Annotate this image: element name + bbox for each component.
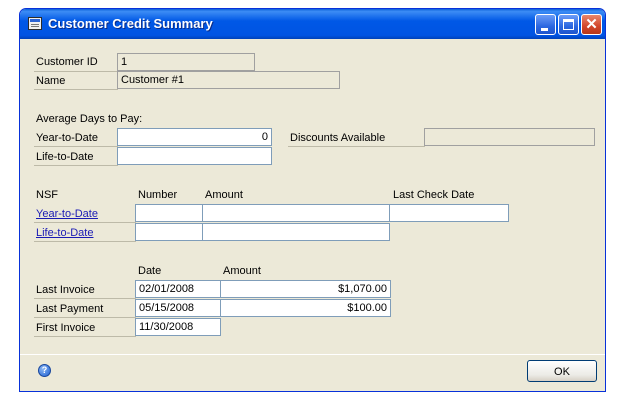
avg-days-ltd-field[interactable] xyxy=(117,147,272,165)
row-separator xyxy=(34,317,136,318)
first-invoice-date-field[interactable]: 11/30/2008 xyxy=(135,318,221,336)
row-separator xyxy=(34,165,118,166)
row-separator xyxy=(34,298,136,299)
last-invoice-date-field[interactable]: 02/01/2008 xyxy=(135,280,221,298)
avg-ytd-label: Year-to-Date xyxy=(36,132,98,144)
row-separator xyxy=(34,89,118,90)
avg-days-ytd-field[interactable]: 0 xyxy=(117,128,272,146)
row-separator xyxy=(34,336,136,337)
last-payment-amount-field[interactable]: $100.00 xyxy=(220,299,391,317)
footer-separator xyxy=(20,354,605,355)
row-separator xyxy=(34,241,136,242)
name-label: Name xyxy=(36,75,66,87)
customer-credit-summary-window: Customer Credit Summary ✕ Customer ID 1 … xyxy=(19,8,606,392)
customer-id-field[interactable]: 1 xyxy=(117,53,255,71)
nsf-number-header: Number xyxy=(138,189,178,201)
row-separator xyxy=(34,222,136,223)
name-field[interactable]: Customer #1 xyxy=(117,71,340,89)
last-invoice-amount-field[interactable]: $1,070.00 xyxy=(220,280,391,298)
last-invoice-label: Last Invoice xyxy=(36,284,95,296)
nsf-ltd-number-field[interactable] xyxy=(135,223,203,241)
minimize-icon xyxy=(541,28,548,31)
nsf-ltd-link[interactable]: Life-to-Date xyxy=(36,227,93,239)
activity-amount-header: Amount xyxy=(223,265,261,277)
activity-date-header: Date xyxy=(138,265,162,277)
nsf-ytd-last-check-date-field[interactable] xyxy=(389,204,509,222)
close-button[interactable]: ✕ xyxy=(581,14,602,35)
nsf-last-check-date-header: Last Check Date xyxy=(393,189,475,201)
nsf-ltd-amount-field[interactable] xyxy=(202,223,390,241)
row-separator xyxy=(34,146,118,147)
title-bar[interactable]: Customer Credit Summary ✕ xyxy=(20,9,605,39)
average-days-to-pay-label: Average Days to Pay: xyxy=(36,113,143,125)
customer-id-label: Customer ID xyxy=(36,56,98,68)
minimize-button[interactable] xyxy=(535,14,556,35)
nsf-amount-header: Amount xyxy=(205,189,243,201)
window-app-icon xyxy=(28,17,42,30)
discounts-available-label: Discounts Available xyxy=(290,132,386,144)
avg-ltd-label: Life-to-Date xyxy=(36,151,94,163)
nsf-ytd-link[interactable]: Year-to-Date xyxy=(36,208,98,220)
nsf-ytd-amount-field[interactable] xyxy=(202,204,390,222)
maximize-icon xyxy=(563,19,574,30)
last-payment-label: Last Payment xyxy=(36,303,104,315)
window-title: Customer Credit Summary xyxy=(48,16,213,31)
discounts-available-field[interactable] xyxy=(424,128,595,146)
first-invoice-label: First Invoice xyxy=(36,322,96,334)
close-icon: ✕ xyxy=(585,16,598,33)
last-payment-date-field[interactable]: 05/15/2008 xyxy=(135,299,221,317)
nsf-ytd-number-field[interactable] xyxy=(135,204,203,222)
help-icon[interactable]: ? xyxy=(38,364,51,377)
row-separator xyxy=(34,71,118,72)
nsf-label: NSF xyxy=(36,189,58,201)
row-separator xyxy=(288,146,425,147)
maximize-button[interactable] xyxy=(558,14,579,35)
ok-button[interactable]: OK xyxy=(527,360,597,382)
